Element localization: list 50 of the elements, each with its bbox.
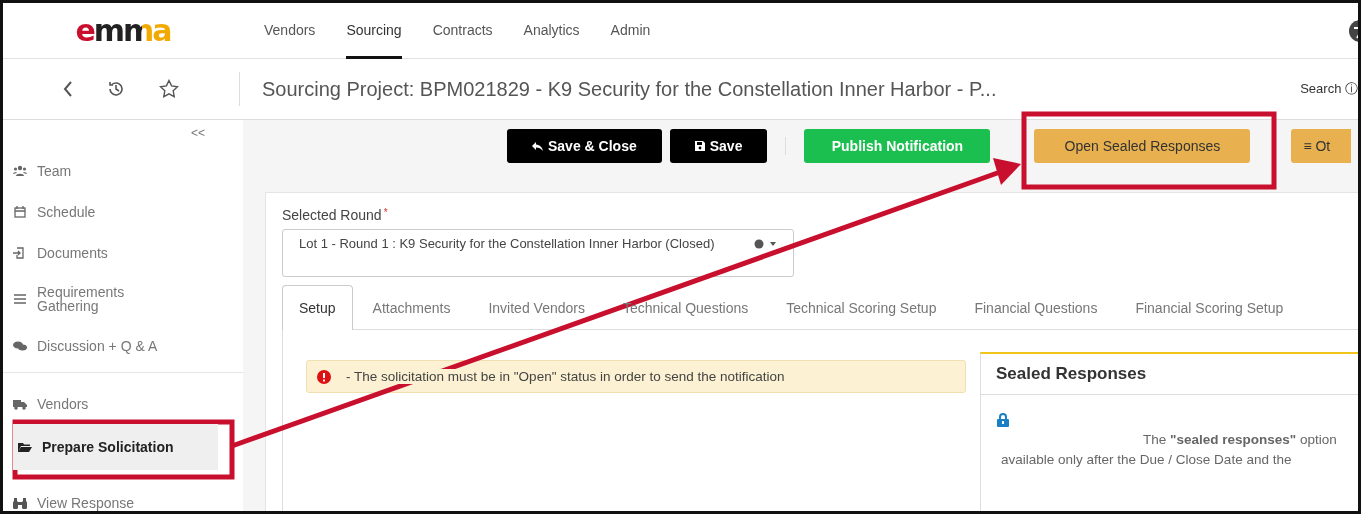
star-icon[interactable] xyxy=(159,79,179,99)
panel-text: The "sealed responses" option xyxy=(1142,432,1338,447)
folder-icon xyxy=(18,441,32,453)
tab[interactable]: Setup xyxy=(282,285,353,330)
nav-tab[interactable]: Vendors xyxy=(264,3,316,59)
sidebar-item[interactable]: Documents xyxy=(3,232,208,273)
panel-text: available only after the Due / Close Date and the xyxy=(1000,452,1293,467)
sidebar-item[interactable]: Requirements Gathering xyxy=(3,273,208,325)
nav-tab[interactable]: Analytics xyxy=(523,3,580,59)
reply-icon xyxy=(532,141,543,151)
tab[interactable]: Technical Questions xyxy=(604,285,767,329)
page-title: Sourcing Project: BPM021829 - K9 Security for the Constellation Inner Harbor - P... xyxy=(262,77,997,101)
sidebar-item[interactable]: Vendors xyxy=(3,383,208,424)
error-icon xyxy=(317,369,331,384)
chat-icon xyxy=(13,339,27,352)
tab[interactable]: Invited Vendors xyxy=(470,285,603,329)
save-icon xyxy=(694,141,705,151)
calendar-icon xyxy=(13,205,27,218)
back-icon[interactable] xyxy=(63,81,73,97)
team-icon xyxy=(13,164,27,177)
tab[interactable]: Attachments xyxy=(354,285,469,329)
sidebar-item[interactable]: View Response xyxy=(3,482,208,511)
round-select[interactable]: Lot 1 - Round 1 : K9 Security for the Constellation Inner Harbor (Closed) xyxy=(282,229,794,277)
list-icon xyxy=(13,293,27,305)
lock-icon xyxy=(997,413,1009,427)
history-icon[interactable] xyxy=(107,80,125,98)
sidebar-item[interactable]: Prepare Solicitation xyxy=(13,424,218,470)
required-mark: * xyxy=(383,207,388,218)
nav-tab[interactable]: Contracts xyxy=(432,3,493,59)
truck-icon xyxy=(13,397,27,410)
sidebar-item[interactable]: Discussion + Q & A xyxy=(3,325,208,366)
tab[interactable]: Financial Questions xyxy=(956,285,1116,329)
toolbar-button[interactable]: Open Sealed Responses xyxy=(1034,129,1251,163)
alert-text: - The solicitation must be in "Open" status in order to send the notification xyxy=(346,369,785,384)
collapse-button[interactable]: << xyxy=(191,126,205,140)
toolbar-button[interactable]: Save & Close xyxy=(507,129,662,163)
dropdown-icon xyxy=(753,239,777,249)
search-link[interactable]: Search ⓘ xyxy=(1300,80,1358,98)
nav-tab[interactable]: Admin xyxy=(610,3,651,59)
tab[interactable]: Technical Scoring Setup xyxy=(768,285,955,329)
nav-tab[interactable]: Sourcing xyxy=(346,3,402,59)
toolbar-button[interactable]: Save xyxy=(669,129,768,163)
sidebar-item[interactable]: Schedule xyxy=(3,191,208,232)
tab[interactable]: Financial Scoring Setup xyxy=(1117,285,1302,329)
toolbar-button[interactable]: ≡ Ot xyxy=(1291,129,1352,163)
field-label: Selected Round* xyxy=(282,207,389,223)
sidebar-item[interactable]: Team xyxy=(3,150,208,191)
binoculars-icon xyxy=(13,496,27,509)
panel-title: Sealed Responses xyxy=(981,354,1358,395)
document-icon xyxy=(13,246,27,259)
